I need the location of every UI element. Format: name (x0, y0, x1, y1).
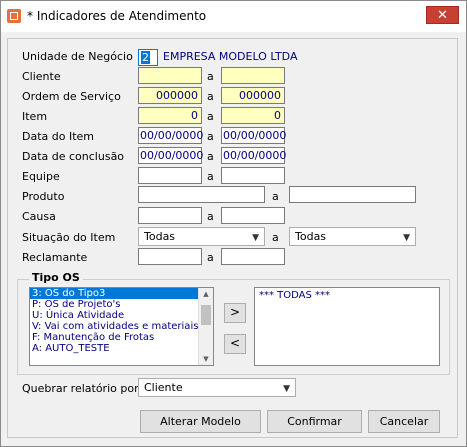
situacao-a-label: a (272, 231, 279, 244)
list-item[interactable]: A: AUTO_TESTE (30, 343, 213, 354)
quebrar-value: Cliente (144, 381, 183, 394)
situacao-to-value: Todas (295, 230, 327, 243)
equipe-a-label: a (207, 170, 214, 183)
cliente-from-input[interactable] (138, 67, 202, 84)
causa-to-input[interactable] (221, 207, 285, 224)
remove-type-button[interactable]: < (224, 334, 246, 354)
scroll-down-icon[interactable]: ▼ (199, 353, 213, 365)
equipe-label: Equipe (22, 170, 60, 183)
situacao-from-value: Todas (144, 230, 176, 243)
ordem-from-input[interactable]: 000000 (138, 87, 202, 104)
window-title: * Indicadores de Atendimento (27, 9, 207, 23)
chevron-down-icon: ▼ (403, 233, 410, 243)
produto-a-label: a (272, 190, 279, 203)
scroll-thumb[interactable] (201, 305, 211, 325)
tipo-os-title: Tipo OS (29, 271, 83, 284)
produto-from-input[interactable] (138, 186, 265, 203)
cancelar-button[interactable]: Cancelar (368, 410, 440, 433)
causa-label: Causa (22, 210, 56, 223)
close-button[interactable]: ✕ (426, 6, 459, 24)
quebrar-label: Quebrar relatório por (22, 382, 139, 395)
causa-a-label: a (207, 210, 214, 223)
add-type-button[interactable]: > (224, 303, 246, 323)
list-item[interactable]: P: OS de Projeto's (30, 299, 213, 310)
reclamante-a-label: a (207, 251, 214, 264)
reclamante-label: Reclamante (22, 251, 88, 264)
list-item[interactable]: V: Vai com atividades e materiais (30, 321, 213, 332)
list-item[interactable]: *** TODAS *** (255, 288, 439, 301)
item-label: Item (22, 110, 48, 123)
list-item[interactable]: 3: OS do Tipo3 (30, 288, 213, 299)
data-conclusao-a-label: a (207, 150, 214, 163)
produto-to-input[interactable] (289, 186, 416, 203)
title-bar[interactable]: * Indicadores de Atendimento ✕ (1, 1, 466, 32)
chevron-down-icon: ▼ (252, 233, 259, 243)
app-icon (7, 9, 21, 23)
data-item-a-label: a (207, 130, 214, 143)
ordem-a-label: a (207, 90, 214, 103)
list-item[interactable]: U: Única Atividade (30, 310, 213, 321)
situacao-label: Situação do Item (22, 231, 116, 244)
confirmar-button[interactable]: Confirmar (267, 410, 362, 433)
ordem-to-input[interactable]: 000000 (221, 87, 285, 104)
situacao-to-select[interactable]: Todas ▼ (289, 227, 416, 246)
data-conclusao-from-input[interactable]: 00/00/0000 (138, 147, 203, 164)
unidade-code-value: 2 (141, 51, 150, 64)
quebrar-select[interactable]: Cliente ▼ (138, 378, 296, 397)
produto-label: Produto (22, 190, 65, 203)
data-item-from-input[interactable]: 00/00/0000 (138, 127, 203, 144)
data-conclusao-to-input[interactable]: 00/00/0000 (221, 147, 286, 164)
cliente-label: Cliente (22, 70, 61, 83)
data-item-to-input[interactable]: 00/00/0000 (221, 127, 286, 144)
reclamante-from-input[interactable] (138, 248, 202, 265)
reclamante-to-input[interactable] (221, 248, 285, 265)
chevron-down-icon: ▼ (283, 384, 290, 394)
tipo-os-available-list[interactable]: 3: OS do Tipo3 P: OS de Projeto's U: Úni… (29, 287, 214, 366)
unidade-label: Unidade de Negócio (22, 50, 133, 63)
list-item[interactable]: F: Manutenção de Frotas (30, 332, 213, 343)
unidade-code-field[interactable]: 2 (138, 49, 158, 66)
equipe-from-input[interactable] (138, 167, 202, 184)
situacao-from-select[interactable]: Todas ▼ (138, 227, 265, 246)
equipe-to-input[interactable] (221, 167, 285, 184)
list-scrollbar[interactable]: ▲ ▼ (198, 288, 213, 365)
scroll-up-icon[interactable]: ▲ (199, 288, 213, 300)
causa-from-input[interactable] (138, 207, 202, 224)
data-conclusao-label: Data de conclusão (22, 150, 125, 163)
ordem-label: Ordem de Serviço (22, 90, 121, 103)
cliente-a-label: a (207, 70, 214, 83)
item-from-input[interactable]: 0 (138, 107, 202, 124)
alterar-modelo-button[interactable]: Alterar Modelo (140, 410, 261, 433)
item-a-label: a (207, 110, 214, 123)
unidade-name: EMPRESA MODELO LTDA (163, 50, 298, 63)
cliente-to-input[interactable] (221, 67, 285, 84)
tipo-os-selected-list[interactable]: *** TODAS *** (254, 287, 440, 366)
data-item-label: Data do Item (22, 130, 95, 143)
item-to-input[interactable]: 0 (221, 107, 285, 124)
